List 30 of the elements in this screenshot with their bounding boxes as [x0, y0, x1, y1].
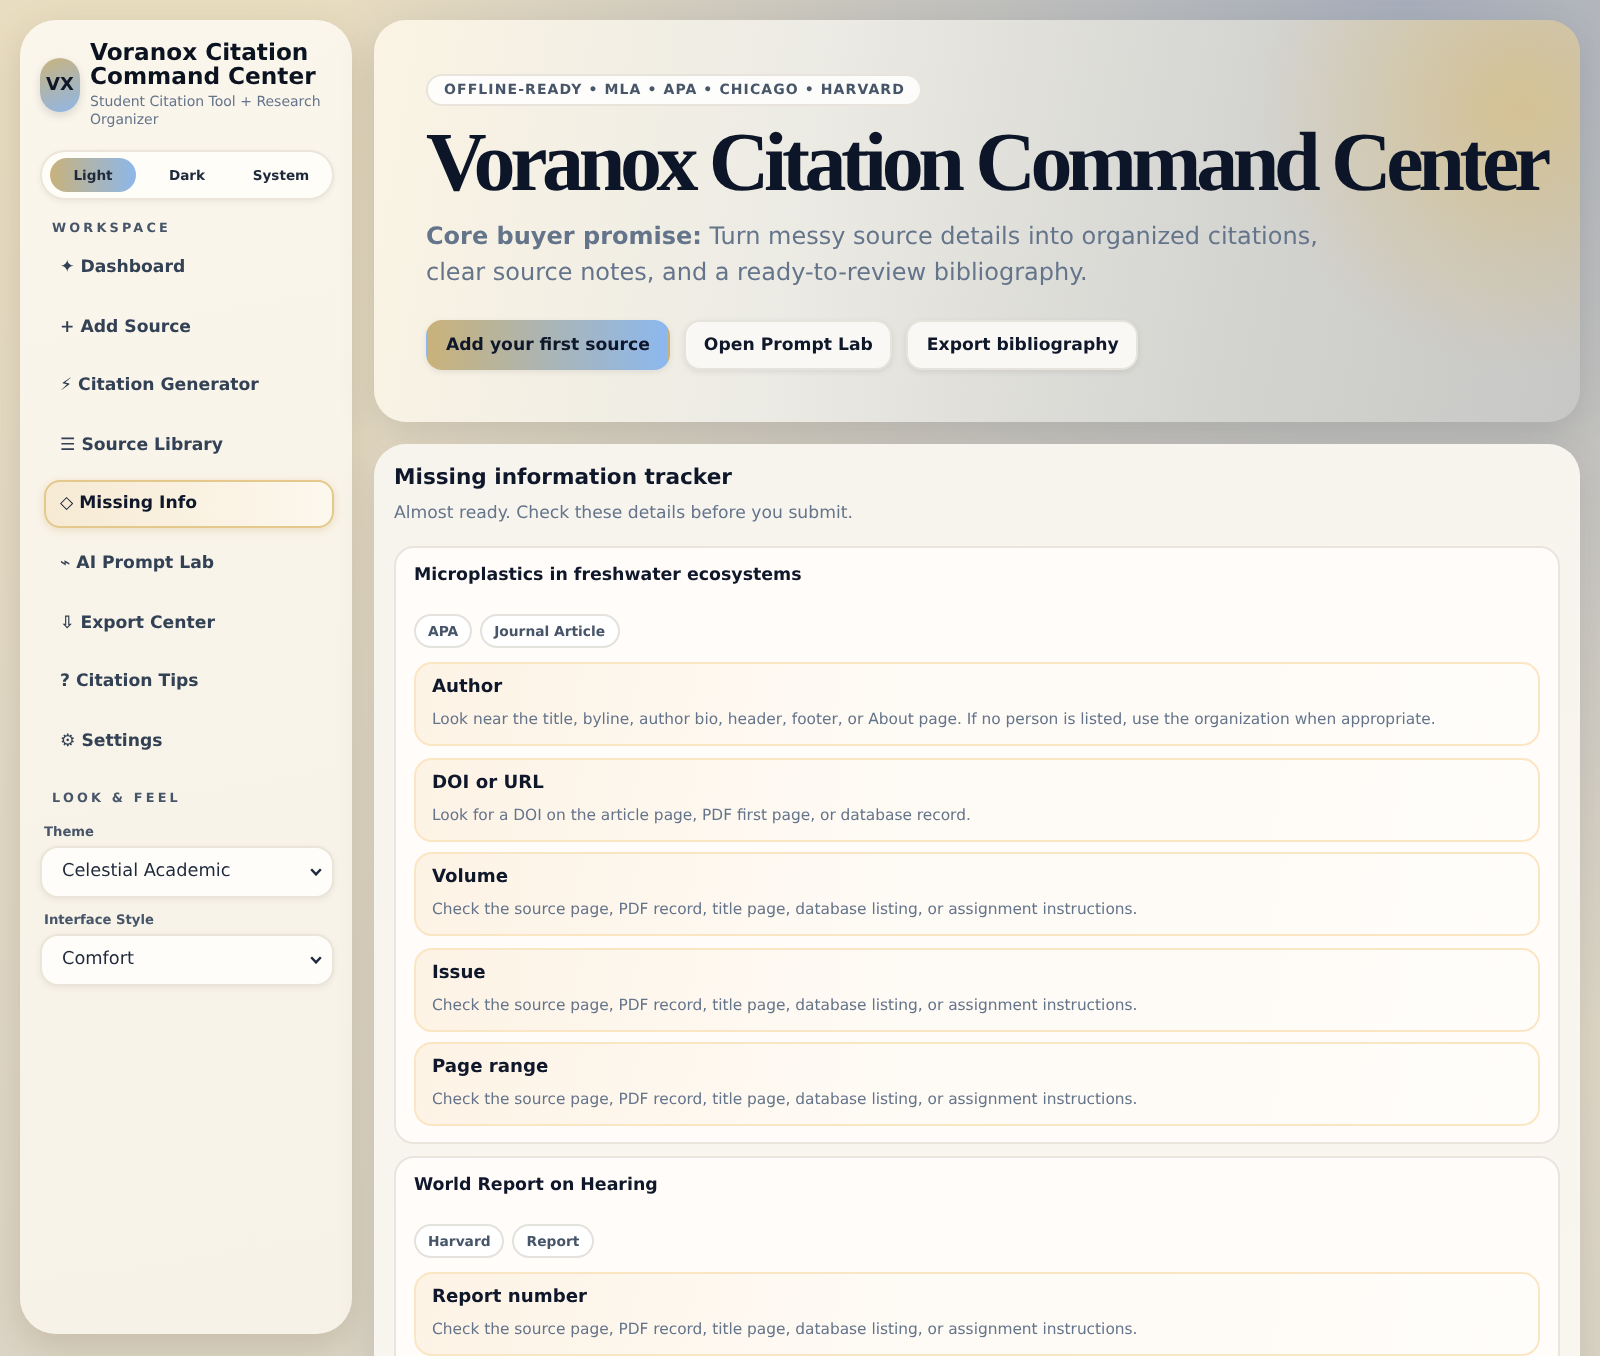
- nav-item[interactable]: ⚙ Settings: [44, 717, 334, 766]
- missing-field-name: Volume: [432, 868, 511, 890]
- app-logo: VX: [40, 58, 80, 112]
- nav-item[interactable]: ☰ Source Library: [44, 421, 334, 470]
- missing-field-name: Author: [432, 678, 505, 700]
- hero-button[interactable]: Open Prompt Lab: [683, 320, 893, 370]
- nav-item[interactable]: + Add Source: [44, 303, 334, 352]
- select-field[interactable]: Celestial Academic: [40, 845, 334, 898]
- nav-item[interactable]: ⚡ Citation Generator: [44, 362, 334, 411]
- select-field[interactable]: Comfort: [40, 933, 334, 986]
- chevron-down-icon: [310, 955, 322, 964]
- nav-item[interactable]: ⌁ AI Prompt Lab: [44, 539, 334, 588]
- nav-item[interactable]: ⇩ Export Center: [44, 599, 334, 648]
- missing-field-name: Issue: [432, 963, 488, 985]
- missing-field-name: DOI or URL: [432, 773, 546, 795]
- hero-button[interactable]: Add your first source: [426, 320, 670, 370]
- missing-field-name: Report number: [432, 1288, 590, 1310]
- hero-title: Voranox Citation Command Center: [426, 120, 1546, 208]
- panel-title: Missing information tracker: [394, 464, 734, 492]
- app-title: Voranox Citation Command Center: [90, 40, 318, 88]
- missing-field-name: Page range: [432, 1058, 551, 1080]
- nav-item[interactable]: ◇ Missing Info: [44, 480, 334, 529]
- source-title: World Report on Hearing: [414, 1176, 660, 1198]
- hero-promise: Core buyer promise: Turn messy source details into organized citations, clear source notes, and a ready-to-review bibliography.: [426, 220, 1320, 290]
- chevron-down-icon: [310, 867, 322, 876]
- nav-item[interactable]: ✦ Dashboard: [44, 244, 334, 292]
- hero-button[interactable]: Export bibliography: [906, 320, 1139, 370]
- panel-subtitle: Almost ready. Check these details before you submit.: [394, 504, 855, 526]
- source-title: Microplastics in freshwater ecosystems: [414, 566, 804, 588]
- nav-item[interactable]: ? Citation Tips: [44, 658, 334, 707]
